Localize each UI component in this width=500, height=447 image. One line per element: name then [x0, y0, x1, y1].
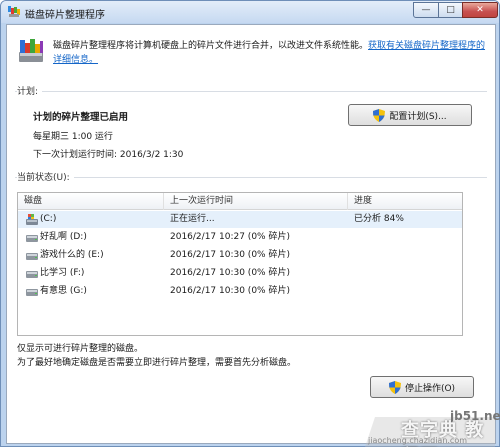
disk-last-run: 正在运行...: [170, 214, 215, 224]
disk-name: 好乱啊 (D:): [40, 232, 87, 242]
watermark-url: jiaocheng.chazidian.com: [368, 436, 468, 445]
defrag-large-icon: [19, 39, 43, 62]
disk-row-e[interactable]: 游戏什么的 (E:) 2016/2/17 10:30 (0% 碎片): [18, 247, 462, 264]
disk-last-run: 2016/2/17 10:30 (0% 碎片): [170, 286, 290, 296]
schedule-frequency: 每星期三 1:00 运行: [33, 132, 113, 142]
minimize-icon: —: [421, 5, 431, 15]
description-text: 磁盘碎片整理程序将计算机硬盘上的碎片文件进行合并，以改进文件系统性能。: [53, 41, 369, 51]
configure-schedule-button[interactable]: 配置计划(S)...: [348, 104, 472, 126]
uac-shield-icon: [373, 108, 386, 122]
disk-last-run: 2016/2/17 10:30 (0% 碎片): [170, 268, 290, 278]
drive-icon: [26, 235, 38, 242]
stop-operation-button[interactable]: 停止操作(O): [370, 376, 474, 398]
disk-name: 有意思 (G:): [40, 286, 87, 296]
disk-progress: 已分析 84%: [354, 214, 404, 224]
drive-icon: [26, 253, 38, 260]
disk-row-d[interactable]: 好乱啊 (D:) 2016/2/17 10:27 (0% 碎片): [18, 229, 462, 246]
maximize-icon: □: [446, 5, 455, 15]
defrag-app-icon: [8, 6, 20, 17]
disk-name: 比学习 (F:): [40, 268, 85, 278]
minimize-button[interactable]: —: [413, 2, 439, 18]
disk-last-run: 2016/2/17 10:30 (0% 碎片): [170, 250, 290, 260]
separator: [15, 177, 487, 178]
defrag-window: 磁盘碎片整理程序 — □ ✕ 磁盘碎片整理程序将计算机硬盘上的碎片文件进行合并，…: [0, 0, 500, 447]
separator: [15, 91, 487, 92]
disk-row-f[interactable]: 比学习 (F:) 2016/2/17 10:30 (0% 碎片): [18, 265, 462, 282]
column-header-disk[interactable]: 磁盘: [18, 193, 164, 210]
disk-row-g[interactable]: 有意思 (G:) 2016/2/17 10:30 (0% 碎片): [18, 283, 462, 300]
note-defraggable-only: 仅显示可进行碎片整理的磁盘。: [17, 344, 144, 354]
schedule-section-label: 计划:: [17, 84, 43, 97]
disk-name: 游戏什么的 (E:): [40, 250, 104, 260]
system-drive-icon: [26, 214, 38, 225]
disk-list[interactable]: 磁盘 上一次运行时间 进度 (C:) 正在运行... 已分析 84% 好乱啊 (…: [17, 192, 463, 336]
disk-name: (C:): [40, 214, 57, 224]
title-bar[interactable]: 磁盘碎片整理程序 — □ ✕: [1, 1, 499, 23]
uac-shield-icon: [388, 380, 401, 394]
column-header-last-run[interactable]: 上一次运行时间: [164, 193, 348, 210]
window-title: 磁盘碎片整理程序: [25, 10, 105, 21]
disk-list-header: 磁盘 上一次运行时间 进度: [18, 193, 462, 210]
stop-operation-label: 停止操作(O): [404, 383, 456, 394]
close-button[interactable]: ✕: [462, 2, 498, 18]
disk-last-run: 2016/2/17 10:27 (0% 碎片): [170, 232, 290, 242]
main-panel: 磁盘碎片整理程序将计算机硬盘上的碎片文件进行合并，以改进文件系统性能。获取有关磁…: [6, 24, 496, 444]
disk-row-c[interactable]: (C:) 正在运行... 已分析 84%: [18, 211, 462, 228]
status-section-label: 当前状态(U):: [17, 170, 74, 183]
close-icon: ✕: [476, 5, 484, 15]
column-header-progress[interactable]: 进度: [348, 193, 463, 210]
configure-schedule-label: 配置计划(S)...: [389, 111, 447, 122]
drive-icon: [26, 289, 38, 296]
drive-icon: [26, 271, 38, 278]
schedule-next-run: 下一次计划运行时间: 2016/3/2 1:30: [33, 150, 184, 160]
note-analyze-first: 为了最好地确定磁盘是否需要立即进行碎片整理，需要首先分析磁盘。: [17, 358, 297, 368]
maximize-button[interactable]: □: [438, 2, 463, 18]
schedule-status: 计划的碎片整理已启用: [33, 112, 129, 123]
description: 磁盘碎片整理程序将计算机硬盘上的碎片文件进行合并，以改进文件系统性能。获取有关磁…: [53, 39, 493, 67]
